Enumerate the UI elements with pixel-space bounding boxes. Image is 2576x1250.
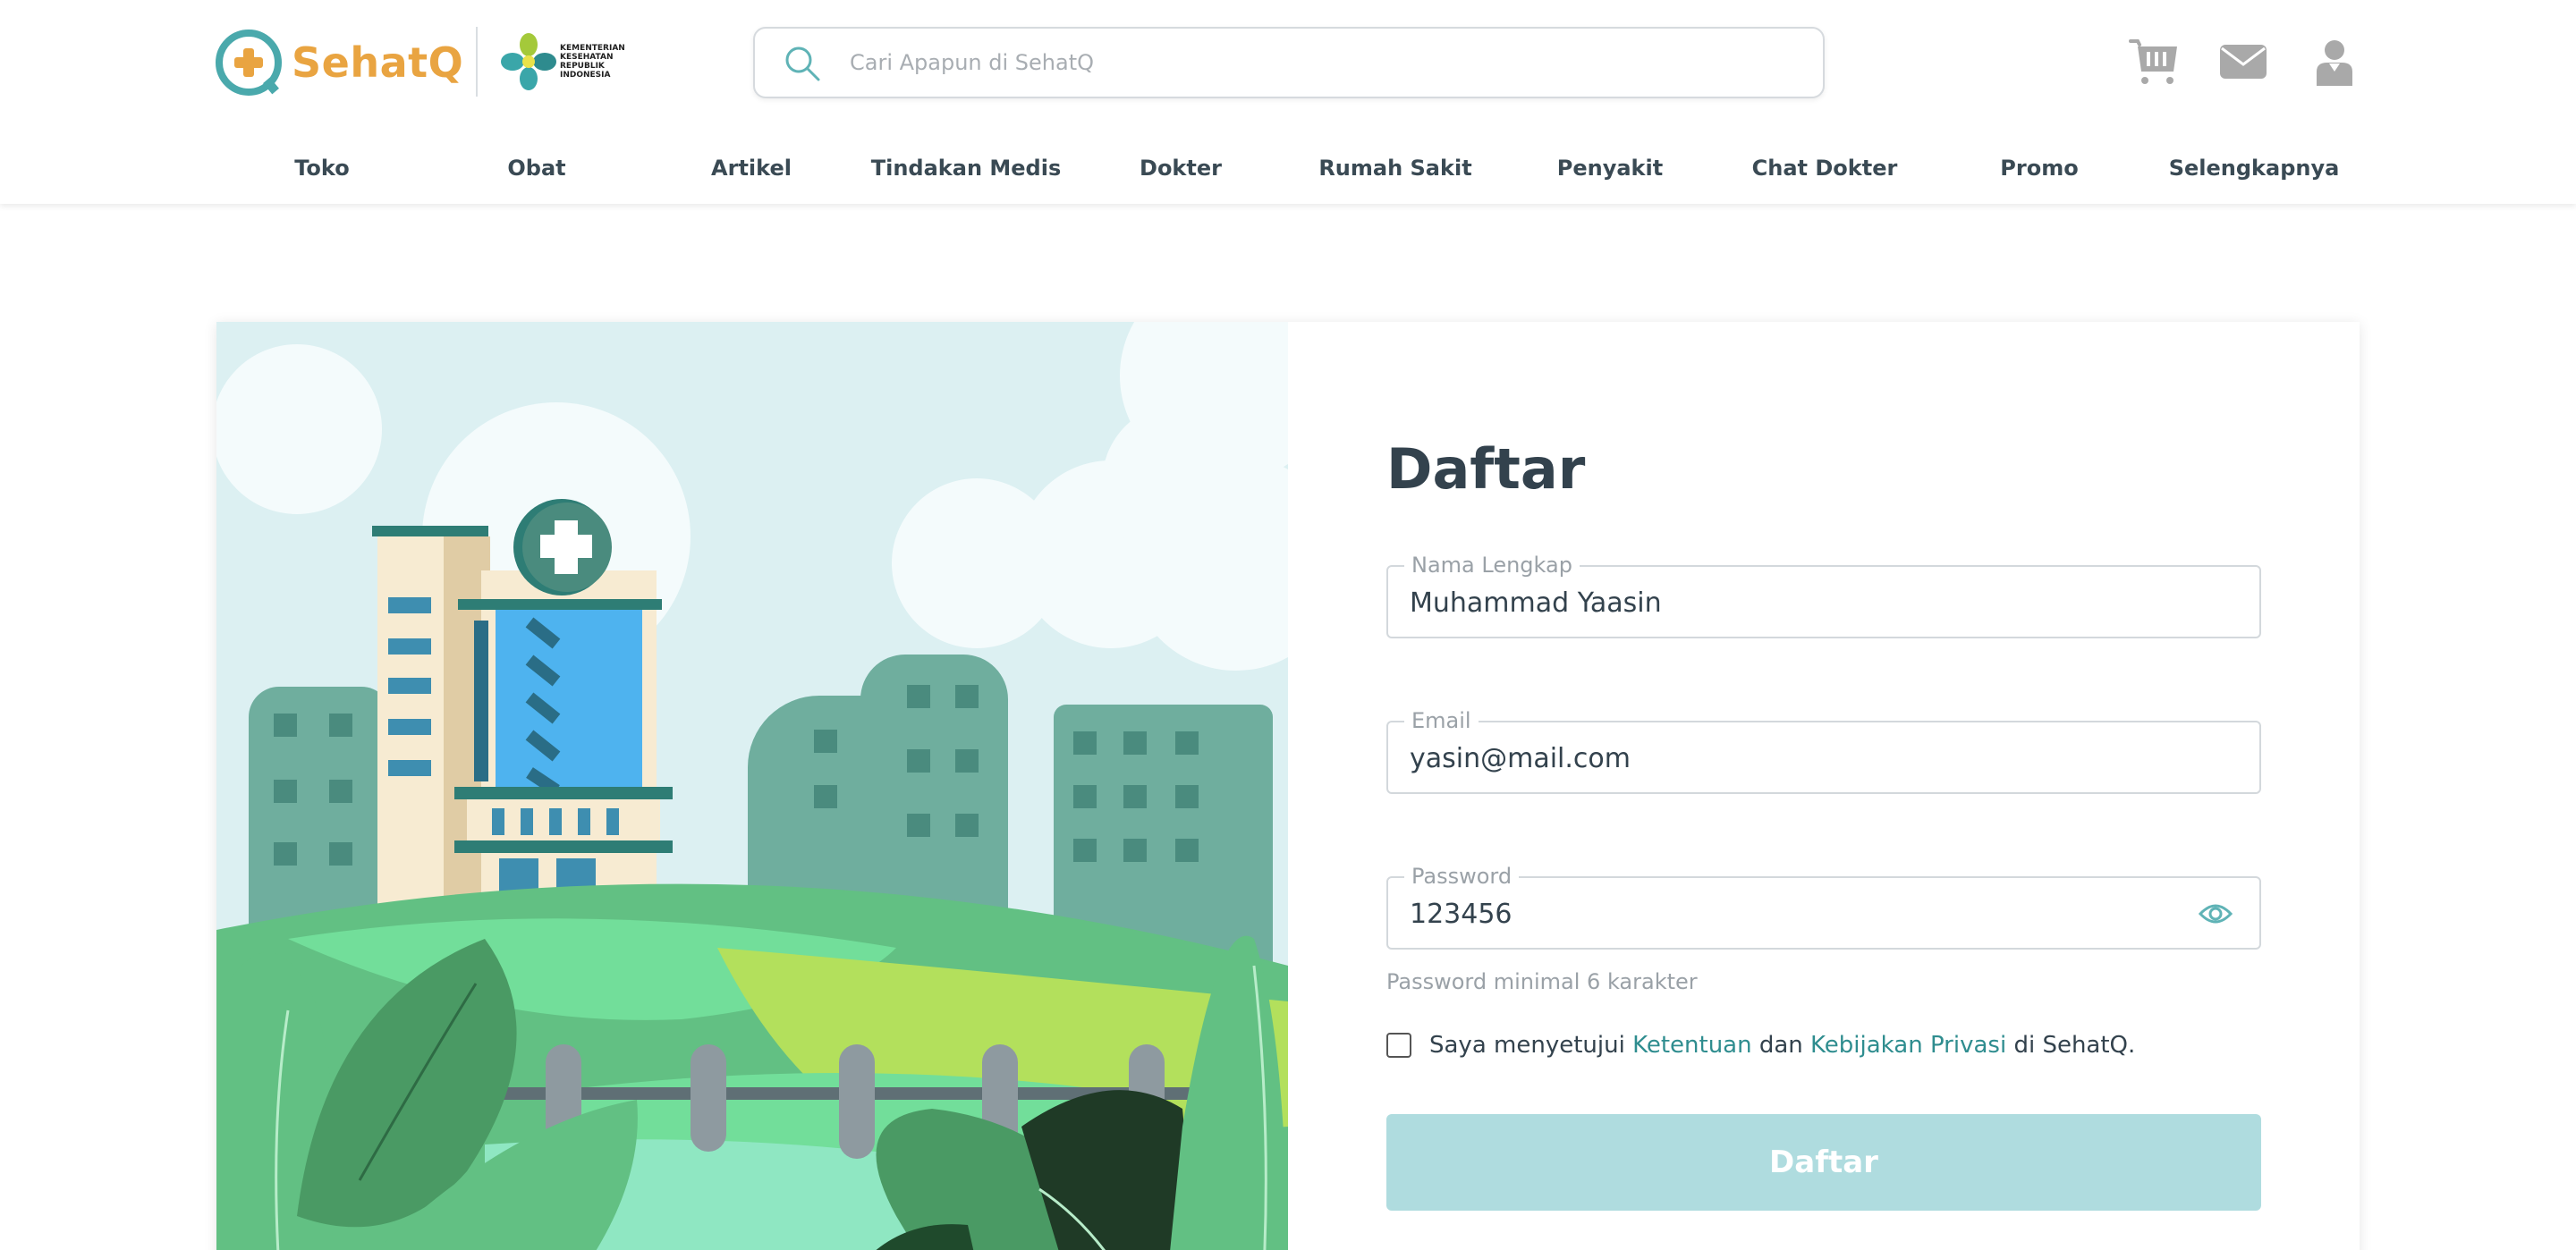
full-name-label: Nama Lengkap	[1404, 553, 1580, 578]
search-input[interactable]	[850, 39, 1798, 86]
nav-item-tindakan-medis[interactable]: Tindakan Medis	[859, 143, 1073, 193]
search-icon	[785, 46, 820, 81]
nav-item-penyakit[interactable]: Penyakit	[1503, 143, 1717, 193]
terms-link[interactable]: Ketentuan	[1632, 1032, 1752, 1059]
kemenkes-text: KEMENTERIAN KESEHATAN REPUBLIK INDONESIA	[560, 44, 625, 80]
eye-icon[interactable]	[2199, 901, 2233, 926]
terms-conjunction: dan	[1758, 1032, 1803, 1059]
search-bar[interactable]	[753, 27, 1825, 98]
sehatq-logo[interactable]: SehatQ	[215, 29, 463, 97]
email-input[interactable]	[1410, 735, 2197, 781]
terms-suffix: di SehatQ.	[2013, 1032, 2136, 1059]
nav-item-dokter[interactable]: Dokter	[1073, 143, 1288, 193]
nav-item-obat[interactable]: Obat	[429, 143, 644, 193]
brand-name: SehatQ	[292, 38, 464, 87]
form-title: Daftar	[1386, 436, 1586, 502]
terms-text: Saya menyetujui Ketentuan dan Kebijakan …	[1429, 1032, 2135, 1059]
terms-agreement: Saya menyetujui Ketentuan dan Kebijakan …	[1386, 1032, 2135, 1059]
nav-item-rumah-sakit[interactable]: Rumah Sakit	[1288, 143, 1503, 193]
password-hint: Password minimal 6 karakter	[1386, 969, 1698, 994]
kemenkes-logo-icon	[501, 33, 556, 90]
email-field[interactable]: Email	[1386, 708, 2261, 794]
full-name-input[interactable]	[1410, 579, 2197, 626]
site-header: SehatQ KEMENTERIAN KESEHATAN REPUBLIK IN…	[0, 0, 2576, 204]
password-label: Password	[1404, 864, 1520, 889]
register-button[interactable]: Daftar	[1386, 1114, 2261, 1211]
kemenkes-logo: KEMENTERIAN KESEHATAN REPUBLIK INDONESIA	[501, 32, 631, 91]
sehatq-logo-icon	[216, 30, 282, 96]
email-label: Email	[1404, 708, 1479, 733]
cart-icon[interactable]	[2127, 36, 2181, 88]
privacy-link[interactable]: Kebijakan Privasi	[1810, 1032, 2006, 1059]
hospital-illustration	[216, 322, 1288, 1250]
mail-icon[interactable]	[2216, 36, 2270, 88]
password-field[interactable]: Password	[1386, 864, 2261, 950]
register-card: Daftar Nama Lengkap Email Password Passw…	[216, 322, 2360, 1250]
logo-divider	[476, 27, 478, 97]
nav-item-toko[interactable]: Toko	[215, 143, 429, 193]
user-icon[interactable]	[2308, 36, 2361, 88]
terms-checkbox[interactable]	[1386, 1033, 1411, 1058]
main-nav: Toko Obat Artikel Tindakan Medis Dokter …	[215, 143, 2361, 193]
nav-item-selengkapnya[interactable]: Selengkapnya	[2147, 143, 2361, 193]
nav-item-promo[interactable]: Promo	[1932, 143, 2147, 193]
terms-prefix: Saya menyetujui	[1429, 1032, 1625, 1059]
nav-item-chat-dokter[interactable]: Chat Dokter	[1717, 143, 1932, 193]
password-input[interactable]	[1410, 891, 2197, 937]
nav-item-artikel[interactable]: Artikel	[644, 143, 859, 193]
full-name-field[interactable]: Nama Lengkap	[1386, 553, 2261, 638]
